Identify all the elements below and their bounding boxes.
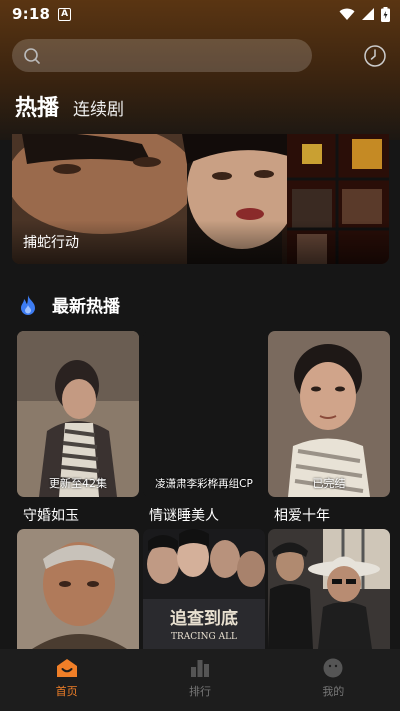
nav-profile-label: 我的 <box>322 685 345 698</box>
card-title: 相爱十年 <box>274 508 330 524</box>
poster: 凌潇肃李彩桦再组CP <box>143 331 265 497</box>
signal-icon <box>362 8 374 20</box>
poster: 更新至42集 <box>17 331 139 497</box>
category-tabs: 热播 连续剧 <box>15 90 124 122</box>
search-icon <box>24 47 40 64</box>
poster-image: 追查到底 TRACING ALL <box>143 529 265 649</box>
status-time: 9:18 <box>12 5 51 23</box>
drama-card[interactable] <box>268 529 390 649</box>
episode-badge: 凌潇肃李彩桦再组CP <box>155 478 253 490</box>
nav-profile[interactable]: 我的 <box>267 649 400 711</box>
nav-ranking[interactable]: 排行 <box>133 649 266 711</box>
notification-icon: A <box>58 7 72 21</box>
poster-image <box>17 331 139 497</box>
nav-ranking-label: 排行 <box>188 685 211 698</box>
battery-icon <box>381 6 390 22</box>
poster-image <box>268 529 390 649</box>
poster: 追查到底 TRACING ALL <box>143 529 265 649</box>
episode-badge: 更新至42集 <box>49 477 107 490</box>
bottom-navigation: 首页 排行 我的 <box>0 649 400 711</box>
tab-series[interactable]: 连续剧 <box>73 95 124 120</box>
status-icons <box>339 6 390 22</box>
section-header: 最新热播 <box>16 292 120 317</box>
fire-icon <box>21 294 35 315</box>
drama-card[interactable]: 追查到底 TRACING ALL <box>143 529 265 649</box>
tab-hot[interactable]: 热播 <box>15 90 59 122</box>
search-input[interactable] <box>12 39 312 72</box>
nav-home-label: 首页 <box>55 685 78 698</box>
drama-card[interactable]: 更新至42集 守婚如玉 <box>17 331 139 525</box>
nav-home[interactable]: 首页 <box>0 649 133 711</box>
section-title: 最新热播 <box>52 297 120 317</box>
poster: 已完结 <box>268 331 390 497</box>
poster-image <box>268 331 390 497</box>
poster-title-en: TRACING ALL <box>171 632 237 642</box>
poster <box>17 529 139 649</box>
poster-title-cn: 追查到底 <box>170 608 238 629</box>
drama-card[interactable] <box>17 529 139 649</box>
drama-card[interactable]: 已完结 相爱十年 <box>268 331 390 525</box>
banner-title: 捕蛇行动 <box>23 235 79 251</box>
poster-image <box>17 529 139 649</box>
history-clock-icon[interactable] <box>363 44 387 68</box>
home-icon <box>56 659 77 677</box>
episode-badge: 已完结 <box>312 477 346 490</box>
card-title: 守婚如玉 <box>23 508 79 524</box>
card-title: 情谜睡美人 <box>149 508 219 524</box>
featured-banner[interactable]: 捕蛇行动 <box>12 134 389 264</box>
status-bar: 9:18 A <box>0 0 400 28</box>
drama-card[interactable]: 凌潇肃李彩桦再组CP 情谜睡美人 <box>143 331 265 525</box>
poster <box>268 529 390 649</box>
ranking-icon <box>190 660 209 677</box>
profile-icon <box>323 658 343 678</box>
wifi-icon <box>339 8 355 20</box>
